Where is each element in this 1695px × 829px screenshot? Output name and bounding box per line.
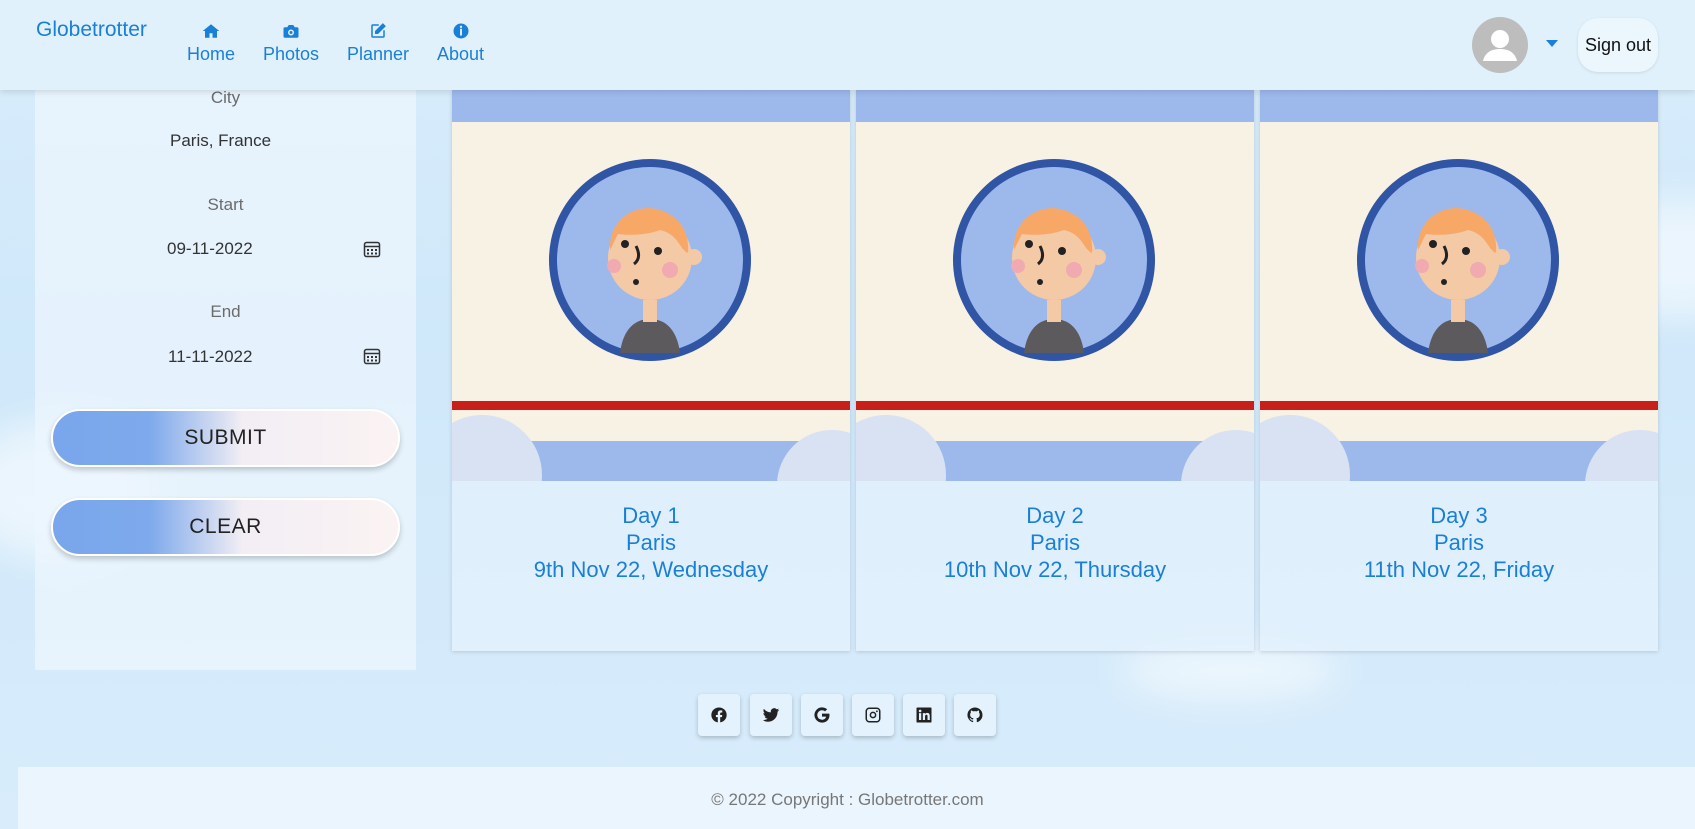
linkedin-icon xyxy=(916,707,932,723)
start-label: Start xyxy=(207,195,244,214)
day-date: 10th Nov 22, Thursday xyxy=(943,557,1167,582)
city-label: City xyxy=(210,88,241,107)
trip-form: City Paris, France Start 09-11-2022 End … xyxy=(35,88,416,670)
day-title: Day 3 xyxy=(1430,503,1488,528)
home-icon xyxy=(202,24,220,38)
day-date: 11th Nov 22, Friday xyxy=(1363,557,1555,582)
end-label: End xyxy=(210,302,241,321)
calendar-icon[interactable] xyxy=(363,240,381,258)
footer-bar: © 2022 Copyright : Globetrotter.com xyxy=(18,767,1695,829)
start-date-input[interactable]: 09-11-2022 xyxy=(167,239,253,259)
day-city: Paris xyxy=(1029,530,1081,555)
nav-about-label: About xyxy=(437,44,485,64)
github-button[interactable] xyxy=(954,694,996,736)
nav-planner[interactable]: Planner xyxy=(347,22,409,65)
nav-photos[interactable]: Photos xyxy=(263,22,319,65)
avatar-icon xyxy=(1483,30,1517,61)
day-city: Paris xyxy=(1433,530,1485,555)
twitter-button[interactable] xyxy=(750,694,792,736)
day-card[interactable]: Day 2 Paris 10th Nov 22, Thursday xyxy=(856,90,1254,651)
calendar-icon[interactable] xyxy=(363,347,381,365)
nav-home-label: Home xyxy=(187,44,236,64)
clear-button[interactable]: CLEAR xyxy=(51,498,400,556)
day-date: 9th Nov 22, Wednesday xyxy=(533,557,769,582)
traveler-illustration xyxy=(1260,90,1658,481)
traveler-illustration xyxy=(856,90,1254,481)
github-icon xyxy=(967,707,983,723)
instagram-button[interactable] xyxy=(852,694,894,736)
google-button[interactable] xyxy=(801,694,843,736)
edit-icon xyxy=(371,23,386,38)
twitter-icon xyxy=(762,708,780,722)
submit-button[interactable]: SUBMIT xyxy=(51,409,400,467)
day-title: Day 1 xyxy=(622,503,680,528)
traveler-illustration xyxy=(452,90,850,481)
facebook-icon xyxy=(711,707,727,723)
copyright-text: © 2022 Copyright : Globetrotter.com xyxy=(711,790,984,809)
brand-link[interactable]: Globetrotter xyxy=(36,18,147,42)
day-title: Day 2 xyxy=(1026,503,1084,528)
sign-out-button[interactable]: Sign out xyxy=(1578,18,1658,72)
nav-planner-label: Planner xyxy=(347,44,410,64)
nav-about[interactable]: About xyxy=(437,22,484,65)
nav-home[interactable]: Home xyxy=(187,22,235,65)
city-input[interactable]: Paris, France xyxy=(170,131,271,151)
info-icon xyxy=(453,23,469,39)
nav-photos-label: Photos xyxy=(263,44,320,64)
camera-icon xyxy=(283,25,299,38)
day-card[interactable]: Day 3 Paris 11th Nov 22, Friday xyxy=(1260,90,1658,651)
facebook-button[interactable] xyxy=(698,694,740,736)
day-card-text: Day 3 Paris 11th Nov 22, Friday xyxy=(1260,502,1658,583)
instagram-icon xyxy=(865,707,881,723)
caret-down-icon[interactable] xyxy=(1546,40,1558,47)
top-navbar: Globetrotter Home Photos Planner About S… xyxy=(0,0,1695,90)
day-city: Paris xyxy=(625,530,677,555)
day-card[interactable]: Day 1 Paris 9th Nov 22, Wednesday xyxy=(452,90,850,651)
user-avatar[interactable] xyxy=(1472,17,1528,73)
linkedin-button[interactable] xyxy=(903,694,945,736)
day-card-text: Day 2 Paris 10th Nov 22, Thursday xyxy=(856,502,1254,583)
end-date-input[interactable]: 11-11-2022 xyxy=(168,347,252,367)
google-icon xyxy=(814,707,830,723)
day-card-text: Day 1 Paris 9th Nov 22, Wednesday xyxy=(452,502,850,583)
